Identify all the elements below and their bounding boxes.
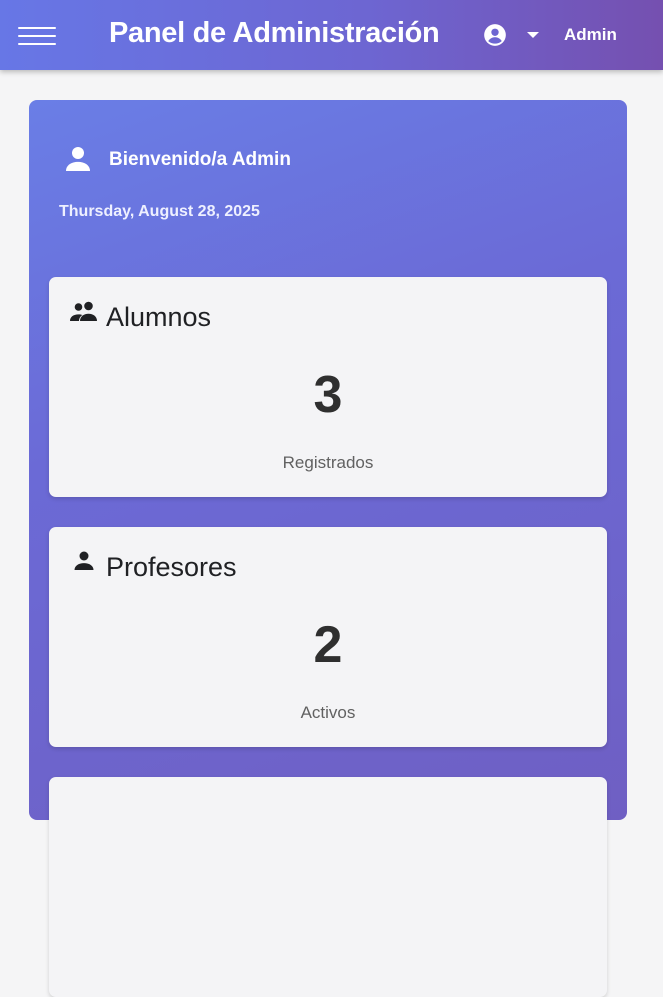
stat-title: Profesores bbox=[106, 552, 237, 582]
stat-value: 3 bbox=[313, 366, 343, 424]
stat-caption: Activos bbox=[300, 703, 356, 722]
stat-card-partial[interactable] bbox=[49, 777, 607, 997]
stat-card-alumnos[interactable]: Alumnos 3 Registrados bbox=[49, 277, 607, 497]
welcome-message: Bienvenido/a Admin bbox=[109, 149, 291, 170]
top-app-bar: Panel de Administración Admin bbox=[0, 0, 663, 70]
stat-value: 2 bbox=[313, 616, 343, 674]
current-date: Thursday, August 28, 2025 bbox=[59, 203, 260, 220]
account-circle-icon bbox=[484, 24, 506, 46]
page-title: Panel de Administración bbox=[109, 17, 440, 49]
people-icon bbox=[70, 301, 97, 321]
stat-card-profesores[interactable]: Profesores 2 Activos bbox=[49, 527, 607, 747]
stat-caption: Registrados bbox=[282, 453, 374, 472]
stat-title: Alumnos bbox=[106, 302, 212, 332]
account-menu-button[interactable] bbox=[482, 22, 542, 48]
caret-down-icon bbox=[527, 32, 539, 38]
person-icon bbox=[66, 147, 90, 171]
user-name-label[interactable]: Admin bbox=[564, 25, 617, 45]
person-icon bbox=[74, 551, 94, 570]
menu-icon[interactable] bbox=[18, 24, 58, 48]
dashboard-card: Bienvenido/a Admin Thursday, August 28, … bbox=[29, 100, 627, 997]
